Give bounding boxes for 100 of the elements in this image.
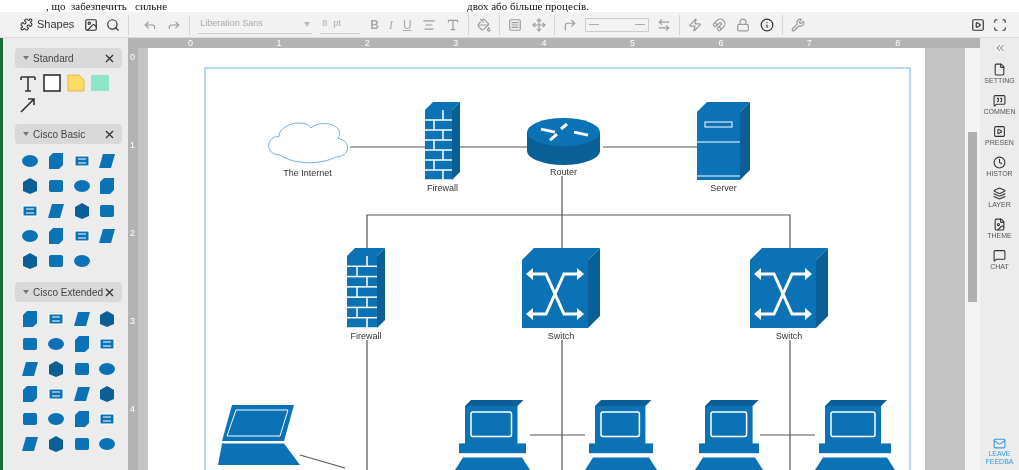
section-header[interactable]: Cisco Extended [15, 282, 122, 302]
network-shape-icon[interactable] [72, 202, 91, 220]
magnet-icon[interactable] [711, 17, 726, 32]
wrench-icon[interactable] [790, 17, 805, 32]
network-shape-icon[interactable] [72, 310, 91, 328]
section-title: Cisco Basic [23, 126, 105, 142]
ruler-number: 4 [130, 404, 135, 414]
ruler-number: 1 [276, 38, 282, 48]
network-shape-icon[interactable] [46, 310, 65, 328]
container-icon[interactable] [507, 17, 522, 32]
lock-icon[interactable] [735, 17, 750, 32]
network-shape-icon[interactable] [21, 310, 39, 328]
laptop-icon [218, 405, 300, 465]
network-shape-icon[interactable] [21, 410, 39, 428]
network-shape-icon[interactable] [46, 335, 65, 353]
network-shape-icon[interactable] [72, 335, 91, 353]
caret-icon[interactable] [23, 55, 29, 61]
switch-icon [750, 248, 828, 328]
network-shape-icon[interactable] [46, 410, 65, 428]
network-shape-icon[interactable] [46, 152, 65, 170]
fill-icon[interactable] [476, 17, 491, 32]
close-icon[interactable] [105, 53, 114, 63]
network-shape-icon[interactable] [21, 202, 39, 220]
section-header[interactable]: Cisco Basic [15, 124, 122, 144]
arrow-tool-icon[interactable] [19, 96, 37, 114]
network-shape-icon[interactable] [46, 202, 65, 220]
cloud-icon [268, 122, 348, 164]
network-shape-icon[interactable] [98, 310, 117, 328]
network-shape-icon[interactable] [46, 252, 65, 270]
caret-icon[interactable] [23, 289, 29, 295]
clock-icon [993, 156, 1006, 169]
node-label: The Internet [283, 168, 332, 178]
network-shape-icon[interactable] [21, 385, 39, 403]
network-shape-icon[interactable] [21, 360, 39, 378]
search-icon[interactable] [106, 17, 121, 32]
info-icon[interactable] [759, 17, 774, 32]
network-shape-icon[interactable] [72, 227, 91, 245]
move-icon[interactable] [531, 17, 546, 32]
shapes-button[interactable]: Shapes [20, 16, 75, 33]
network-shape-icon[interactable] [98, 335, 117, 353]
node-label: Switch [547, 331, 575, 341]
network-shape-icon[interactable] [21, 152, 39, 170]
lightning-icon[interactable] [687, 17, 702, 32]
ruler-number: 2 [130, 228, 135, 238]
line-style-field[interactable] [584, 17, 649, 32]
rectangle-tool-icon[interactable] [43, 74, 61, 92]
server-icon [696, 102, 750, 180]
node-label: Server [710, 183, 737, 193]
network-shape-icon[interactable] [72, 252, 91, 270]
theme-icon [993, 218, 1006, 231]
network-shape-icon[interactable] [98, 435, 117, 453]
network-shape-icon[interactable] [98, 202, 117, 220]
network-shape-icon[interactable] [46, 360, 65, 378]
network-shape-icon[interactable] [72, 410, 91, 428]
connection-line [299, 454, 346, 469]
document-text: двох або більше процесів. [467, 0, 590, 12]
network-shape-icon[interactable] [46, 177, 65, 195]
text-size-icon[interactable] [445, 17, 460, 32]
network-shape-icon[interactable] [21, 435, 39, 453]
network-shape-icon[interactable] [21, 252, 39, 270]
network-shape-icon[interactable] [72, 435, 91, 453]
ruler-number: 7 [806, 38, 812, 48]
close-icon[interactable] [105, 129, 114, 139]
ruler-number: 8 [895, 38, 901, 48]
ruler-number: 0 [188, 38, 193, 48]
network-shape-icon[interactable] [98, 360, 117, 378]
section-header[interactable]: Standard [15, 48, 122, 68]
network-shape-icon[interactable] [21, 335, 39, 353]
network-shape-icon[interactable] [98, 385, 117, 403]
network-shape-icon[interactable] [98, 177, 117, 195]
network-shape-icon[interactable] [72, 177, 91, 195]
ruler-number: 3 [453, 38, 459, 48]
network-shape-icon[interactable] [98, 152, 117, 170]
close-icon[interactable] [105, 287, 114, 297]
swap-icon[interactable] [656, 17, 671, 32]
network-shape-icon[interactable] [46, 227, 65, 245]
text-tool-icon[interactable] [19, 74, 37, 92]
network-shape-icon[interactable] [72, 360, 91, 378]
network-shape-icon[interactable] [21, 177, 39, 195]
node-label: Firewall [350, 331, 382, 341]
network-shape-icon[interactable] [98, 410, 117, 428]
fullscreen-icon[interactable] [993, 17, 1007, 32]
network-shape-icon[interactable] [21, 227, 39, 245]
section-title: Cisco Extended [23, 284, 105, 300]
page-icon [993, 63, 1006, 76]
connection-line [459, 146, 528, 148]
network-shape-icon[interactable] [72, 385, 91, 403]
node-label: Switch [775, 331, 803, 341]
firewall-icon [346, 248, 385, 329]
network-shape-icon[interactable] [46, 385, 65, 403]
image-icon[interactable] [84, 17, 99, 32]
caret-icon[interactable] [23, 131, 29, 137]
network-shape-icon[interactable] [72, 152, 91, 170]
puzzle-icon [20, 18, 33, 31]
connector-icon[interactable] [562, 17, 577, 32]
network-shape-icon[interactable] [98, 227, 117, 245]
scrollbar[interactable] [965, 48, 980, 470]
present-icon[interactable] [971, 17, 985, 32]
network-shape-icon[interactable] [46, 435, 65, 453]
document-text: , що забезпечить сильне [46, 0, 168, 12]
